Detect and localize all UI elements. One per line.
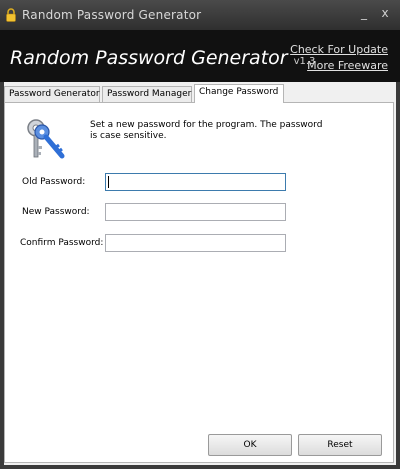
- title-bar[interactable]: Random Password Generator _ x: [0, 0, 400, 30]
- window-title: Random Password Generator: [22, 8, 202, 22]
- app-title: Random Password Generator v1.3: [10, 47, 315, 69]
- lock-icon: [6, 8, 16, 22]
- more-freeware-link[interactable]: More Freeware: [307, 59, 388, 72]
- reset-button[interactable]: Reset: [298, 434, 382, 456]
- app-name: Random Password Generator: [10, 47, 288, 69]
- old-password-field[interactable]: [105, 173, 286, 191]
- tab-password-generator[interactable]: Password Generator: [4, 86, 100, 102]
- check-update-link[interactable]: Check For Update: [290, 43, 388, 56]
- keys-icon: [27, 119, 65, 159]
- tab-change-password[interactable]: Change Password: [194, 84, 284, 103]
- text-caret: [108, 176, 109, 188]
- ok-button[interactable]: OK: [208, 434, 292, 456]
- new-password-label: New Password:: [22, 207, 90, 217]
- close-button[interactable]: x: [376, 6, 394, 24]
- app-window: Random Password Generator _ x Random Pas…: [0, 0, 400, 469]
- confirm-password-field[interactable]: [105, 234, 286, 252]
- confirm-password-label: Confirm Password:: [20, 238, 104, 248]
- minimize-button[interactable]: _: [356, 6, 372, 24]
- old-password-label: Old Password:: [22, 177, 86, 187]
- app-header: Random Password Generator v1.3 Check For …: [0, 30, 400, 82]
- tab-strip: Password Generator Password Manager Chan…: [4, 84, 394, 103]
- tab-password-manager[interactable]: Password Manager: [102, 86, 192, 102]
- change-password-description: Set a new password for the program. The …: [90, 120, 323, 141]
- new-password-field[interactable]: [105, 203, 286, 221]
